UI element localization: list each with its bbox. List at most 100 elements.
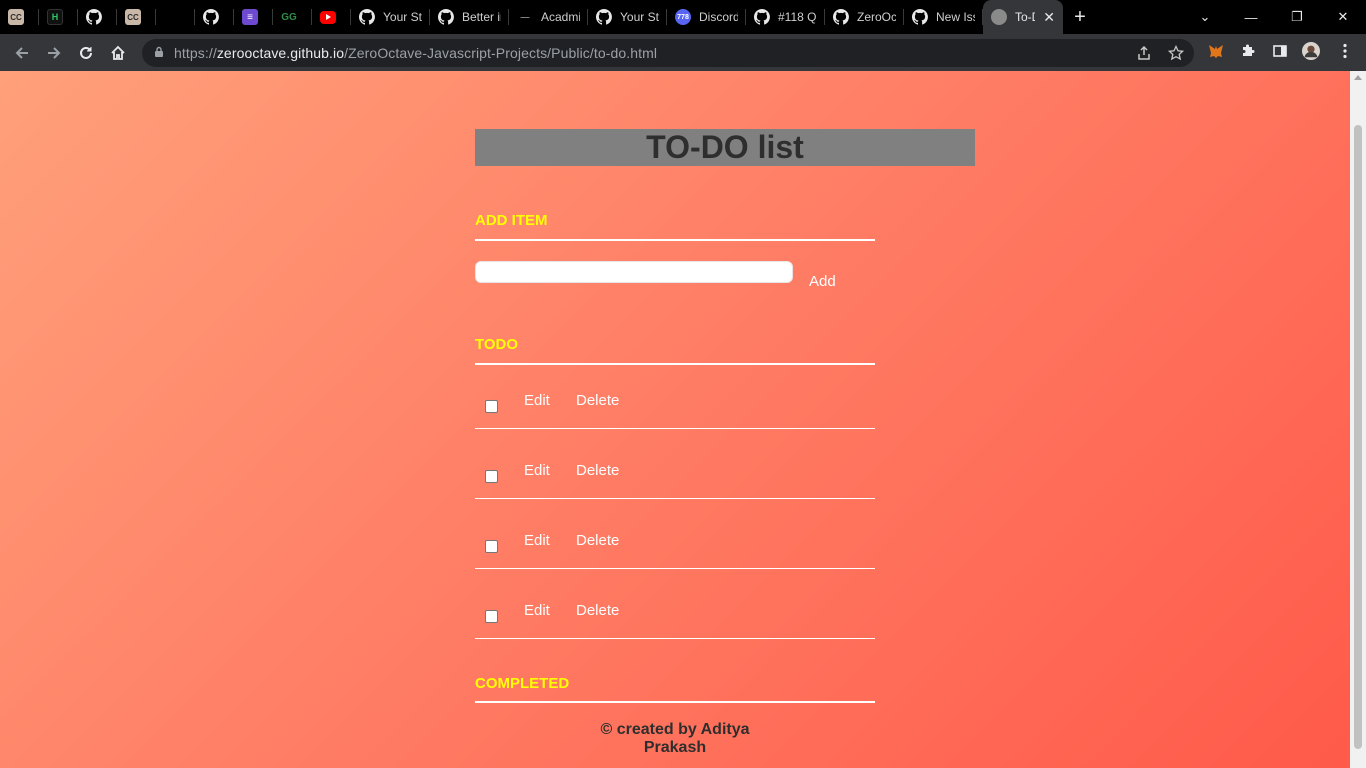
scrollbar-thumb[interactable]	[1354, 125, 1362, 749]
tab-title: Better ir	[462, 10, 501, 24]
reload-icon[interactable]	[70, 37, 102, 69]
browser-tab[interactable]: CC	[117, 0, 156, 34]
hackerrank-icon: H	[47, 9, 63, 25]
browser-tab[interactable]: H	[39, 0, 78, 34]
geeksforgeeks-icon: GG	[281, 11, 297, 23]
tab-search-icon[interactable]: ⌄	[1182, 0, 1228, 34]
browser-tab[interactable]: Your Sta	[351, 0, 430, 34]
close-window-button[interactable]: ✕	[1320, 0, 1366, 34]
tab-strip: CC H CC ≡ GG Your Sta Better ir — Acadmi Your Sta…	[0, 0, 1366, 34]
close-tab-icon[interactable]: ✕	[1043, 9, 1055, 26]
page-viewport: TO-DO list ADD ITEM Add TODO Edit Delete…	[0, 71, 1350, 768]
edit-button[interactable]: Edit	[524, 602, 550, 619]
todo-checkbox[interactable]	[485, 470, 498, 483]
tab-title: #118 Qu	[778, 10, 817, 24]
browser-toolbar: https://zerooctave.github.io/ZeroOctave-…	[0, 34, 1366, 71]
browser-tab[interactable]: #118 Qu	[746, 0, 825, 34]
cc-icon: CC	[125, 9, 141, 25]
tab-title: Your Sta	[383, 10, 422, 24]
todo-checkbox[interactable]	[485, 610, 498, 623]
cc-icon: CC	[8, 9, 24, 25]
title-bar: TO-DO list	[475, 129, 975, 166]
footer-line-1: © created by Aditya	[600, 721, 750, 738]
tab-title: New Iss	[936, 10, 975, 24]
github-icon	[438, 9, 454, 25]
tab-title: Acadmi	[541, 10, 580, 24]
minimize-button[interactable]: —	[1228, 0, 1274, 34]
todo-heading: TODO	[475, 336, 519, 353]
delete-button[interactable]: Delete	[576, 392, 619, 409]
youtube-icon	[320, 10, 336, 24]
acadmi-icon: —	[520, 12, 530, 22]
restore-button[interactable]: ❐	[1274, 0, 1320, 34]
discord-icon: 778	[675, 9, 691, 25]
todo-checkbox[interactable]	[485, 400, 498, 413]
browser-tab[interactable]: — Acadmi	[509, 0, 588, 34]
add-item-heading: ADD ITEM	[475, 212, 548, 229]
address-bar[interactable]: https://zerooctave.github.io/ZeroOctave-…	[142, 39, 1194, 67]
todo-item: Edit Delete	[475, 532, 875, 610]
browser-tab[interactable]	[78, 0, 117, 34]
browser-tab[interactable]: 778 Discord	[667, 0, 746, 34]
scroll-up-icon[interactable]	[1354, 75, 1362, 80]
url-text: https://zerooctave.github.io/ZeroOctave-…	[174, 45, 658, 61]
browser-tab[interactable]	[195, 0, 234, 34]
item-divider	[475, 638, 875, 639]
todo-item: Edit Delete	[475, 392, 875, 470]
back-icon[interactable]	[6, 37, 38, 69]
item-divider	[475, 568, 875, 569]
forward-icon[interactable]	[38, 37, 70, 69]
delete-button[interactable]: Delete	[576, 602, 619, 619]
tab-title: Your Sta	[620, 10, 659, 24]
todo-item: Edit Delete	[475, 462, 875, 540]
metamask-icon[interactable]	[1207, 42, 1225, 60]
new-tab-button[interactable]: +	[1063, 0, 1097, 34]
page-scrollbar[interactable]	[1350, 71, 1366, 768]
edit-button[interactable]: Edit	[524, 392, 550, 409]
browser-tab[interactable]: ZeroOc	[825, 0, 904, 34]
delete-button[interactable]: Delete	[576, 532, 619, 549]
tab-title: To-D	[1015, 10, 1035, 24]
browser-tab[interactable]: To-D ✕	[983, 0, 1063, 34]
footer-line-2: Prakash	[643, 739, 707, 756]
page-title: TO-DO list	[646, 129, 804, 165]
profile-avatar[interactable]	[1302, 42, 1320, 60]
browser-tab[interactable]: CC	[0, 0, 39, 34]
completed-divider	[475, 701, 875, 703]
github-icon	[912, 9, 928, 25]
edit-button[interactable]: Edit	[524, 532, 550, 549]
todo-checkbox[interactable]	[485, 540, 498, 553]
todo-item: Edit Delete	[475, 602, 875, 680]
share-icon[interactable]	[1136, 45, 1152, 64]
github-icon	[754, 9, 770, 25]
home-icon[interactable]	[102, 37, 134, 69]
extensions-puzzle-icon[interactable]	[1239, 42, 1257, 60]
github-icon	[86, 9, 102, 25]
browser-tab[interactable]	[312, 0, 351, 34]
side-panel-icon[interactable]	[1271, 42, 1289, 60]
completed-heading: COMPLETED	[475, 675, 570, 692]
blank-icon	[164, 9, 180, 25]
browser-tab[interactable]: ≡	[234, 0, 273, 34]
globe-icon	[991, 9, 1007, 25]
github-icon	[833, 9, 849, 25]
edit-button[interactable]: Edit	[524, 462, 550, 479]
add-item-divider	[475, 239, 875, 241]
item-divider	[475, 498, 875, 499]
tab-title: ZeroOc	[857, 10, 896, 24]
bookmark-star-icon[interactable]	[1167, 44, 1185, 64]
new-task-input[interactable]	[475, 261, 793, 283]
browser-tab[interactable]: Your Sta	[588, 0, 667, 34]
todo-divider	[475, 363, 875, 365]
browser-tab[interactable]	[156, 0, 195, 34]
add-button[interactable]: Add	[809, 273, 836, 290]
browser-tab[interactable]: New Iss	[904, 0, 983, 34]
github-icon	[596, 9, 612, 25]
lock-icon[interactable]	[154, 46, 164, 61]
browser-tab[interactable]: Better ir	[430, 0, 509, 34]
menu-kebab-icon[interactable]	[1336, 42, 1354, 60]
github-icon	[359, 9, 375, 25]
delete-button[interactable]: Delete	[576, 462, 619, 479]
item-divider	[475, 428, 875, 429]
browser-tab[interactable]: GG	[273, 0, 312, 34]
